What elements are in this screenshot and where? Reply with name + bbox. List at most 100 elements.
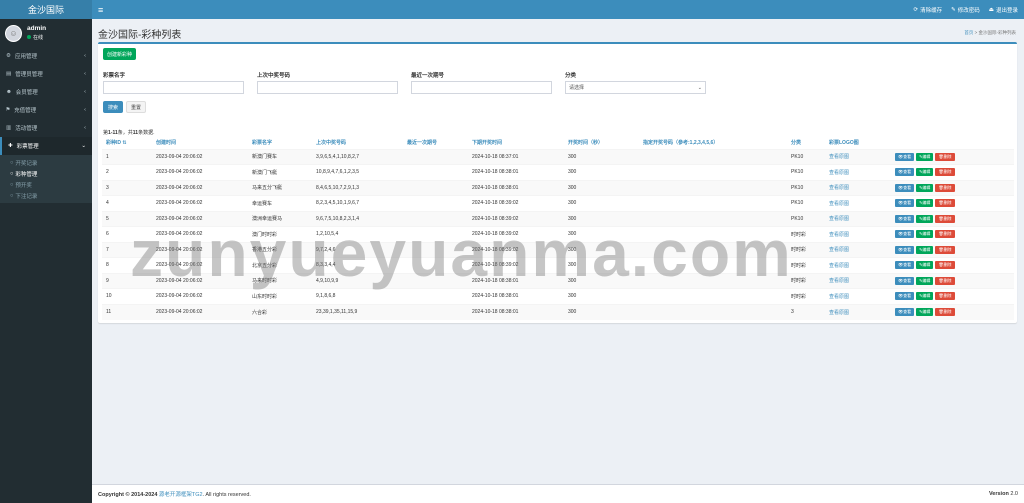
sidebar-item-activity-management[interactable]: ▥ 活动管理 ‹ bbox=[0, 119, 92, 137]
view-button[interactable]: 👁查看 bbox=[895, 214, 915, 223]
sidebar-item-recharge-management[interactable]: ⚑ 充值管理 ‹ bbox=[0, 101, 92, 119]
chevron-left-icon: ‹ bbox=[84, 53, 86, 59]
cell-id: 7 bbox=[102, 241, 152, 258]
last-issue-input[interactable] bbox=[411, 81, 552, 94]
delete-button[interactable]: 🗑删除 bbox=[935, 261, 955, 270]
edit-button[interactable]: ✎编辑 bbox=[916, 230, 934, 239]
edit-button[interactable]: ✎编辑 bbox=[916, 183, 934, 192]
lottery-list-box: 创建新彩种 彩票名字 上次中奖号码 最近一次期号 分类 请选择 ⌄ 搜索 重置 第… bbox=[98, 42, 1017, 323]
view-button[interactable]: 👁查看 bbox=[895, 230, 915, 239]
cell-interval: 300 bbox=[564, 272, 639, 289]
sidebar-item-lottery-management[interactable]: ✚ 彩票管理 ⌄ bbox=[0, 137, 92, 155]
cell-created: 2023-09-04 20:06:02 bbox=[152, 195, 248, 211]
cell-logo-link[interactable]: 查看原图 bbox=[825, 179, 891, 196]
create-lottery-button[interactable]: 创建新彩种 bbox=[103, 48, 137, 60]
view-button[interactable]: 👁查看 bbox=[895, 168, 915, 177]
search-button[interactable]: 搜索 bbox=[103, 101, 123, 113]
cell-logo-link[interactable]: 查看原图 bbox=[825, 148, 891, 165]
edit-button[interactable]: ✎编辑 bbox=[916, 168, 934, 177]
cell-logo-link[interactable]: 查看原图 bbox=[825, 257, 891, 273]
edit-button[interactable]: ✎编辑 bbox=[916, 261, 934, 270]
lottery-name-label: 彩票名字 bbox=[103, 73, 126, 79]
change-password-button[interactable]: ✎ 修改密码 bbox=[951, 6, 980, 14]
online-dot-icon bbox=[27, 35, 31, 39]
cell-logo-link[interactable]: 查看原图 bbox=[825, 241, 891, 258]
cell-next-time: 2024-10-18 08:39:02 bbox=[468, 226, 564, 242]
view-button[interactable]: 👁查看 bbox=[895, 199, 915, 208]
cell-next-time: 2024-10-18 08:39:02 bbox=[468, 241, 564, 258]
view-button[interactable]: 👁查看 bbox=[895, 308, 915, 316]
cell-logo-link[interactable]: 查看原图 bbox=[825, 164, 891, 180]
edit-button[interactable]: ✎编辑 bbox=[916, 152, 934, 161]
footer-link[interactable]: 源老开源框架TG2 bbox=[159, 492, 203, 498]
last-number-input[interactable] bbox=[257, 81, 398, 94]
result-summary: 第1-11条，共11条数据. bbox=[103, 130, 155, 136]
delete-button[interactable]: 🗑删除 bbox=[935, 199, 955, 208]
cell-actions: 👁查看 ✎编辑 🗑删除 bbox=[891, 226, 1014, 242]
list-icon: ▤ bbox=[6, 71, 12, 77]
lottery-name-input[interactable] bbox=[103, 81, 244, 94]
reset-button[interactable]: 重置 bbox=[126, 101, 146, 113]
sidebar-item-label: 活动管理 bbox=[15, 126, 38, 132]
cell-id: 8 bbox=[102, 257, 152, 273]
delete-button[interactable]: 🗑删除 bbox=[935, 308, 955, 316]
col-header-id[interactable]: 彩种ID ⇅ bbox=[102, 137, 152, 150]
submenu-item-draw-records[interactable]: ○ 开奖记录 bbox=[0, 157, 92, 168]
delete-button[interactable]: 🗑删除 bbox=[935, 214, 955, 223]
cell-logo-link[interactable]: 查看原图 bbox=[825, 288, 891, 304]
submenu-label: 预开奖 bbox=[15, 182, 32, 189]
table-row: 8 2023-09-04 20:06:02 北京五分彩 8,3,3,4,4 2024-1… bbox=[102, 257, 1014, 273]
sidebar-item-admin-management[interactable]: ▤ 管理员管理 ‹ bbox=[0, 65, 92, 83]
delete-button[interactable]: 🗑删除 bbox=[935, 152, 955, 161]
delete-button[interactable]: 🗑删除 bbox=[935, 230, 955, 239]
cell-category: PK10 bbox=[787, 164, 825, 180]
submenu-item-lottery-types[interactable]: ○ 彩种管理 bbox=[0, 168, 92, 179]
edit-button[interactable]: ✎编辑 bbox=[916, 245, 934, 254]
app-logo[interactable]: 金沙国际 bbox=[0, 0, 92, 19]
view-button[interactable]: 👁查看 bbox=[895, 292, 915, 301]
edit-button[interactable]: ✎编辑 bbox=[916, 308, 934, 316]
view-button[interactable]: 👁查看 bbox=[895, 245, 915, 254]
edit-button[interactable]: ✎编辑 bbox=[916, 214, 934, 223]
table-row: 5 2023-09-04 20:06:02 澳洲幸运赛马 9,6,7,5,10,8,2… bbox=[102, 210, 1014, 227]
flag-icon: ⚑ bbox=[6, 107, 11, 113]
delete-button[interactable]: 🗑删除 bbox=[935, 292, 955, 301]
view-button[interactable]: 👁查看 bbox=[895, 261, 915, 270]
view-button[interactable]: 👁查看 bbox=[895, 152, 915, 161]
cell-logo-link[interactable]: 查看原图 bbox=[825, 210, 891, 227]
cell-next-time: 2024-10-18 08:37:01 bbox=[468, 148, 564, 165]
cell-interval: 300 bbox=[564, 288, 639, 304]
clear-cache-button[interactable]: ⟳ 清除缓存 bbox=[914, 6, 943, 14]
edit-button[interactable]: ✎编辑 bbox=[916, 276, 934, 285]
category-select[interactable]: 请选择 ⌄ bbox=[565, 81, 706, 94]
breadcrumb: 首页 > 金沙国际-彩种列表 bbox=[964, 30, 1016, 36]
delete-button[interactable]: 🗑删除 bbox=[935, 183, 955, 192]
delete-button[interactable]: 🗑删除 bbox=[935, 276, 955, 285]
cell-logo-link[interactable]: 查看原图 bbox=[825, 272, 891, 289]
logout-button[interactable]: ⏏ 退出登录 bbox=[989, 6, 1018, 14]
edit-button[interactable]: ✎编辑 bbox=[916, 292, 934, 301]
sidebar-item-member-management[interactable]: ☻ 会员管理 ‹ bbox=[0, 83, 92, 101]
col-header-category: 分类 bbox=[787, 137, 825, 150]
cell-last-issue bbox=[403, 226, 468, 242]
view-button[interactable]: 👁查看 bbox=[895, 276, 915, 285]
breadcrumb-home[interactable]: 首页 bbox=[964, 30, 973, 35]
submenu-item-pre-draw[interactable]: ○ 预开奖 bbox=[0, 179, 92, 190]
submenu-item-bet-records[interactable]: ○ 下注记录 bbox=[0, 190, 92, 201]
cell-interval: 300 bbox=[564, 226, 639, 242]
plus-icon: ✚ bbox=[8, 143, 13, 149]
cell-logo-link[interactable]: 查看原图 bbox=[825, 226, 891, 242]
menu-toggle-icon[interactable]: ≡ bbox=[98, 5, 103, 15]
view-button[interactable]: 👁查看 bbox=[895, 183, 915, 192]
user-panel: ☺ admin 在线 bbox=[0, 19, 92, 47]
cell-name: 澳门时时彩 bbox=[248, 226, 312, 242]
cell-created: 2023-09-04 20:06:02 bbox=[152, 148, 248, 165]
cell-logo-link[interactable]: 查看原图 bbox=[825, 303, 891, 320]
lottery-submenu: ○ 开奖记录 ○ 彩种管理 ○ 预开奖 ○ 下注记录 bbox=[0, 155, 92, 203]
sidebar-item-app-management[interactable]: ⚙ 应用管理 ‹ bbox=[0, 47, 92, 65]
delete-button[interactable]: 🗑删除 bbox=[935, 245, 955, 254]
edit-button[interactable]: ✎编辑 bbox=[916, 199, 934, 208]
cell-logo-link[interactable]: 查看原图 bbox=[825, 195, 891, 211]
cell-category: PK10 bbox=[787, 179, 825, 196]
delete-button[interactable]: 🗑删除 bbox=[935, 168, 955, 177]
